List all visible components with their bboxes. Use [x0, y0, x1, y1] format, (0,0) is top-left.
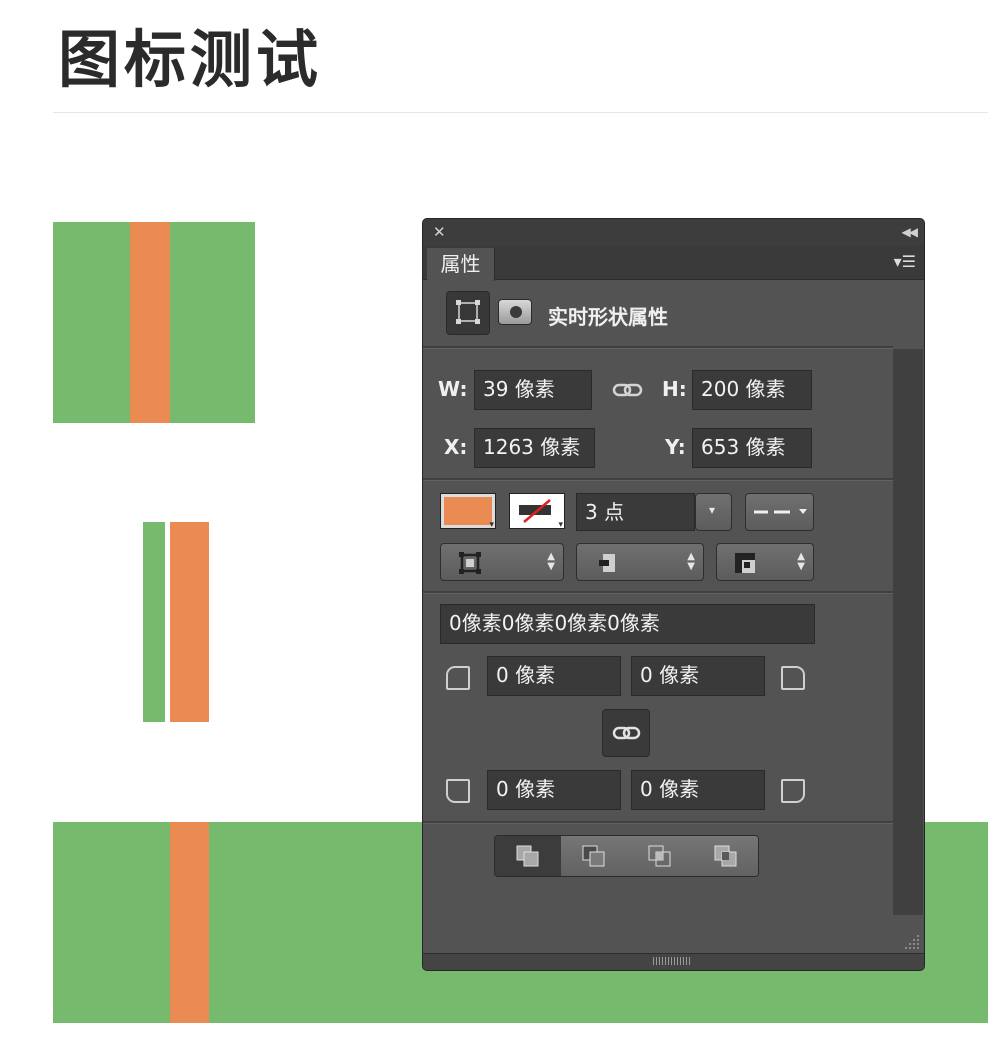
dropdown-arrow-icon: ▾ — [558, 520, 563, 530]
combine-shapes-button[interactable] — [495, 836, 562, 876]
combine-shapes-icon — [516, 845, 539, 867]
dashed-line-icon — [754, 509, 807, 514]
stroke-none-icon — [519, 499, 551, 523]
icon-preview-2-green-bar — [143, 522, 165, 722]
corner-bottom-right-icon — [781, 779, 805, 803]
panel-menu-icon[interactable]: ▾☰ — [894, 252, 916, 272]
panel-tab-row: 属性 ▾☰ — [423, 246, 924, 281]
shape-mode-button[interactable] — [446, 291, 490, 335]
exclude-overlapping-shapes-icon — [714, 845, 737, 867]
intersect-shape-areas-icon — [648, 845, 671, 867]
fill-swatch — [444, 497, 492, 525]
spinner-icon: ▲ ▼ — [687, 551, 695, 572]
subtract-front-button[interactable] — [561, 836, 628, 876]
transform-bounds-icon — [456, 300, 480, 324]
line-join-icon — [735, 553, 755, 573]
radius-top-left-input[interactable]: 0 像素 — [487, 656, 621, 696]
spinner-icon: ▲ ▼ — [797, 551, 805, 572]
chevron-down-icon: ▾ — [709, 503, 716, 517]
y-label: Y: — [665, 435, 686, 459]
stroke-type-dropdown[interactable] — [745, 493, 814, 531]
panel-scrollbar[interactable] — [893, 349, 923, 915]
x-label: X: — [444, 435, 468, 459]
mask-mode-button[interactable] — [498, 299, 532, 325]
link-radius-button[interactable] — [602, 709, 650, 757]
dropdown-arrow-icon: ▾ — [489, 520, 494, 530]
resize-grip-icon[interactable] — [901, 931, 921, 951]
double-chevron-left-icon[interactable]: ◀◀ — [902, 222, 919, 242]
page-title: 图标测试 — [58, 23, 323, 96]
fill-color-button[interactable]: ▾ — [440, 493, 496, 530]
panel-titlebar[interactable]: ✕ ◀◀ — [423, 219, 924, 246]
stroke-width-dropdown[interactable]: ▾ — [695, 493, 732, 531]
stroke-width-input[interactable]: 3 点 — [576, 493, 695, 531]
y-input[interactable]: 653 像素 — [692, 428, 812, 468]
h-label: H: — [662, 377, 687, 401]
stroke-cap-select[interactable]: ▲ ▼ — [576, 543, 704, 581]
path-operations-group — [494, 835, 759, 877]
stroke-join-select[interactable]: ▲ ▼ — [716, 543, 814, 581]
corner-top-left-icon — [446, 666, 470, 690]
section-divider — [423, 478, 893, 481]
corner-top-right-icon — [781, 666, 805, 690]
x-input[interactable]: 1263 像素 — [474, 428, 595, 468]
stroke-align-select[interactable]: ▲ ▼ — [440, 543, 564, 581]
corner-bottom-left-icon — [446, 779, 470, 803]
panel-bottom-handle[interactable] — [423, 953, 924, 970]
icon-preview-3-orange-bar — [170, 822, 209, 1023]
mask-icon — [510, 306, 522, 318]
stroke-color-button[interactable]: ▾ — [509, 493, 565, 530]
properties-panel: ✕ ◀◀ 属性 ▾☰ 实时形状属性 W: 39 像素 H: 200 像素 X: … — [422, 218, 925, 971]
exclude-overlap-button[interactable] — [693, 836, 758, 876]
radius-bottom-right-input[interactable]: 0 像素 — [631, 770, 765, 810]
icon-preview-1-orange-bar — [130, 222, 170, 423]
title-divider — [53, 112, 988, 113]
radius-top-right-input[interactable]: 0 像素 — [631, 656, 765, 696]
radius-bottom-left-input[interactable]: 0 像素 — [487, 770, 621, 810]
height-input[interactable]: 200 像素 — [692, 370, 812, 410]
tab-properties[interactable]: 属性 — [427, 248, 495, 281]
close-icon[interactable]: ✕ — [433, 222, 446, 242]
section-divider — [423, 821, 893, 824]
w-label: W: — [438, 377, 468, 401]
width-input[interactable]: 39 像素 — [474, 370, 592, 410]
drag-grip-icon — [653, 957, 691, 965]
corner-radius-summary[interactable]: 0像素0像素0像素0像素 — [440, 604, 815, 644]
subtract-front-shape-icon — [582, 845, 605, 867]
link-icon[interactable] — [612, 379, 644, 401]
section-divider — [423, 346, 893, 349]
spinner-icon: ▲ ▼ — [547, 551, 555, 572]
link-icon — [612, 726, 641, 740]
line-cap-icon — [599, 554, 615, 572]
stroke-align-icon — [459, 552, 481, 574]
live-shape-header: 实时形状属性 — [548, 305, 668, 329]
section-divider — [423, 591, 893, 594]
icon-preview-2-orange-bar — [170, 522, 209, 722]
intersect-shapes-button[interactable] — [627, 836, 694, 876]
